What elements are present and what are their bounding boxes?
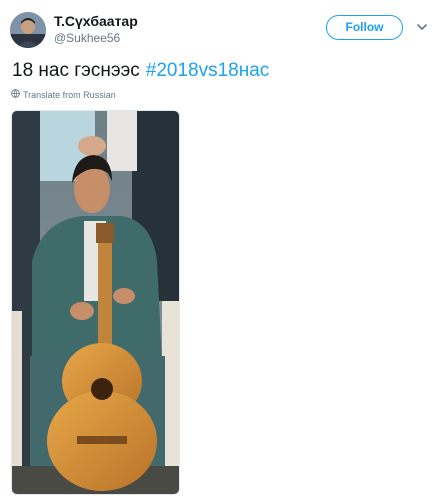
tweet-text: 18 нас гэснээс #2018vs18нас bbox=[12, 60, 269, 82]
avatar[interactable] bbox=[10, 12, 46, 48]
translate-link[interactable]: Translate from Russian bbox=[11, 89, 116, 100]
tweet-body: 18 нас гэснээс bbox=[12, 60, 140, 81]
globe-icon bbox=[11, 89, 20, 100]
hashtag-link[interactable]: #2018vs18нас bbox=[146, 60, 270, 81]
chevron-down-icon[interactable] bbox=[416, 20, 428, 32]
follow-button[interactable]: Follow bbox=[326, 15, 403, 40]
translate-label: Translate from Russian bbox=[23, 89, 116, 100]
author-display-name[interactable]: Т.Сүхбаатар bbox=[54, 13, 138, 29]
tweet-photo[interactable] bbox=[11, 110, 180, 495]
author-handle[interactable]: @Sukhee56 bbox=[54, 31, 120, 45]
